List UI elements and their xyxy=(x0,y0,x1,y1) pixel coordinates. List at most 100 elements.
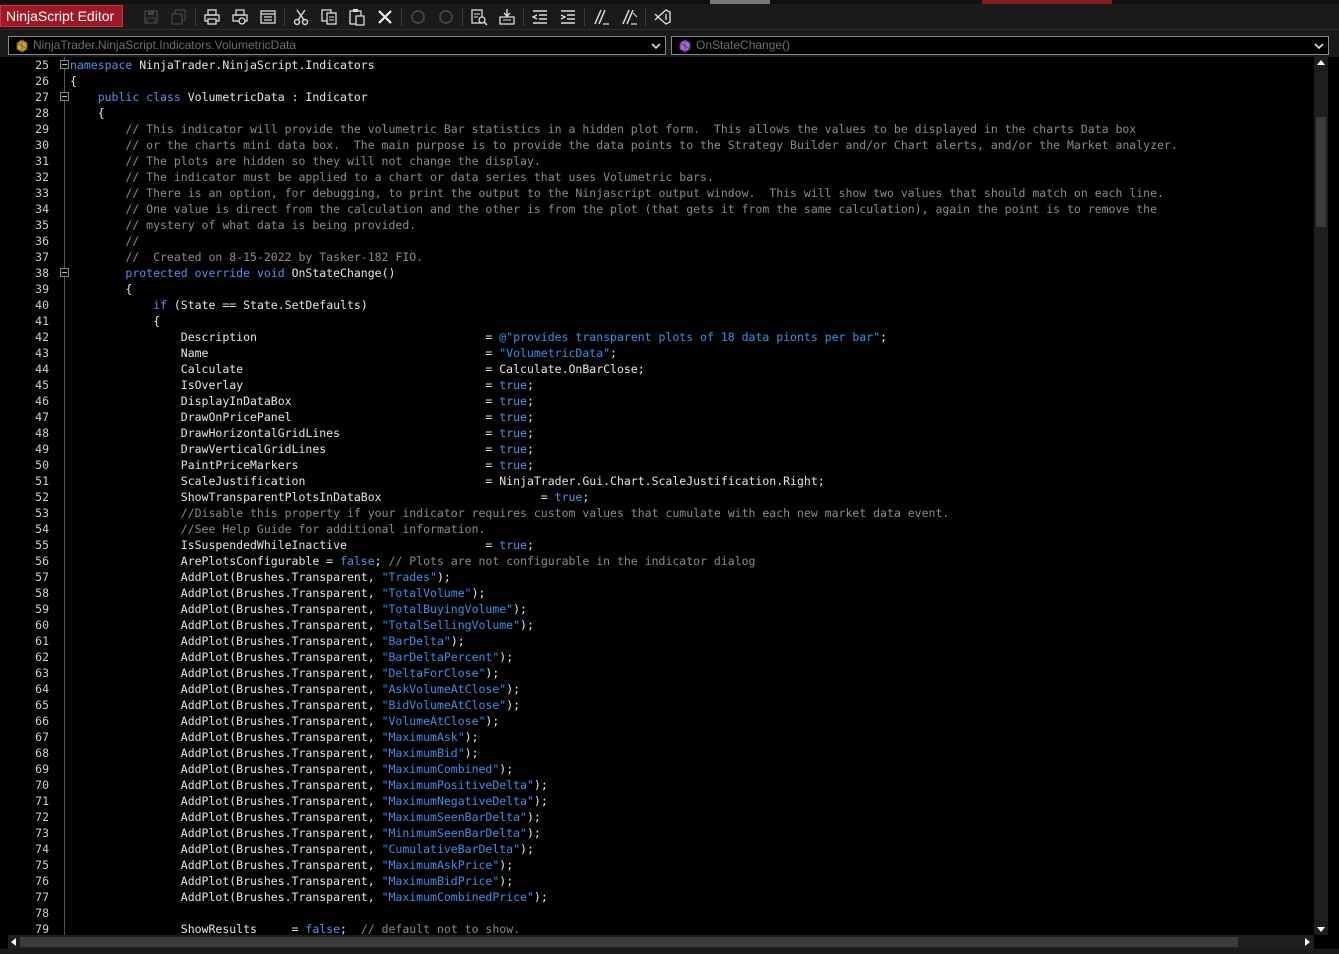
vertical-scrollbar[interactable] xyxy=(1314,57,1328,935)
code-line[interactable]: 29 // This indicator will provide the vo… xyxy=(8,121,1314,137)
code-line[interactable]: 34 // One value is direct from the calcu… xyxy=(8,201,1314,217)
class-selector-dropdown[interactable]: NinjaTrader.NinjaScript.Indicators.Volum… xyxy=(8,36,666,55)
code-line[interactable]: 78 xyxy=(8,905,1314,921)
code-line[interactable]: 77 AddPlot(Brushes.Transparent, "Maximum… xyxy=(8,889,1314,905)
code-line[interactable]: 60 AddPlot(Brushes.Transparent, "TotalSe… xyxy=(8,617,1314,633)
save-button[interactable] xyxy=(137,6,165,28)
code-line[interactable]: 73 AddPlot(Brushes.Transparent, "Minimum… xyxy=(8,825,1314,841)
collapse-icon[interactable] xyxy=(60,92,69,101)
code-line[interactable]: 27 public class VolumetricData : Indicat… xyxy=(8,89,1314,105)
code-line[interactable]: 31 // The plots are hidden so they will … xyxy=(8,153,1314,169)
comment-button[interactable] xyxy=(587,6,615,28)
scroll-right-arrow-icon[interactable] xyxy=(1305,938,1310,946)
code-line[interactable]: 67 AddPlot(Brushes.Transparent, "Maximum… xyxy=(8,729,1314,745)
find-button[interactable] xyxy=(465,6,493,28)
member-selector-dropdown[interactable]: OnStateChange() xyxy=(671,36,1329,55)
paste-button[interactable] xyxy=(343,6,371,28)
code-line[interactable]: 50 PaintPriceMarkers = true; xyxy=(8,457,1314,473)
code-line[interactable]: 59 AddPlot(Brushes.Transparent, "TotalBu… xyxy=(8,601,1314,617)
code-line[interactable]: 65 AddPlot(Brushes.Transparent, "BidVolu… xyxy=(8,697,1314,713)
code-line[interactable]: 74 AddPlot(Brushes.Transparent, "Cumulat… xyxy=(8,841,1314,857)
code-line[interactable]: 49 DrawVerticalGridLines = true; xyxy=(8,441,1314,457)
horizontal-scrollbar[interactable] xyxy=(8,935,1314,949)
code-line[interactable]: 47 DrawOnPricePanel = true; xyxy=(8,409,1314,425)
bottom-strip xyxy=(0,949,1339,954)
code-line[interactable]: 57 AddPlot(Brushes.Transparent, "Trades"… xyxy=(8,569,1314,585)
collapse-icon[interactable] xyxy=(60,268,69,277)
line-number: 32 xyxy=(35,170,49,184)
scroll-left-arrow-icon[interactable] xyxy=(11,938,16,946)
outdent-button[interactable] xyxy=(526,6,554,28)
code-line[interactable]: 61 AddPlot(Brushes.Transparent, "BarDelt… xyxy=(8,633,1314,649)
code-line[interactable]: 46 DisplayInDataBox = true; xyxy=(8,393,1314,409)
delete-icon xyxy=(378,9,392,24)
window-title-tab[interactable]: NinjaScript Editor xyxy=(0,5,123,27)
line-number: 69 xyxy=(35,762,49,776)
code-token: ; xyxy=(582,490,590,504)
code-line[interactable]: 51 ScaleJustification = NinjaTrader.Gui.… xyxy=(8,473,1314,489)
code-line[interactable]: 35 // mystery of what data is being prov… xyxy=(8,217,1314,233)
code-line[interactable]: 39 { xyxy=(8,281,1314,297)
code-line[interactable]: 75 AddPlot(Brushes.Transparent, "Maximum… xyxy=(8,857,1314,873)
code-line[interactable]: 33 // There is an option, for debugging,… xyxy=(8,185,1314,201)
horizontal-scroll-thumb[interactable] xyxy=(20,937,1238,947)
code-token: true xyxy=(499,458,527,472)
code-line[interactable]: 56 ArePlotsConfigurable = false; // Plot… xyxy=(8,553,1314,569)
code-line[interactable]: 79 ShowResults = false; // default not t… xyxy=(8,921,1314,935)
line-number: 66 xyxy=(35,714,49,728)
code-line[interactable]: 58 AddPlot(Brushes.Transparent, "TotalVo… xyxy=(8,585,1314,601)
delete-button[interactable] xyxy=(371,6,399,28)
code-line[interactable]: 25 namespace NinjaTrader.NinjaScript.Indi… xyxy=(8,57,1314,73)
properties-button[interactable] xyxy=(254,6,282,28)
scroll-up-arrow-icon[interactable] xyxy=(1317,60,1325,65)
code-token: ); xyxy=(506,682,521,696)
code-line[interactable]: 45 IsOverlay = true; xyxy=(8,377,1314,393)
save-all-button[interactable] xyxy=(165,6,193,28)
code-line[interactable]: 66 AddPlot(Brushes.Transparent, "VolumeA… xyxy=(8,713,1314,729)
code-line[interactable]: 32 // The indicator must be applied to a… xyxy=(8,169,1314,185)
code-line[interactable]: 53 //Disable this property if your indic… xyxy=(8,505,1314,521)
collapse-icon[interactable] xyxy=(60,60,69,69)
code-line[interactable]: 36 // xyxy=(8,233,1314,249)
indent-button[interactable] xyxy=(554,6,582,28)
code-token: ); xyxy=(485,666,500,680)
code-line[interactable]: 26 { xyxy=(8,73,1314,89)
code-editor[interactable]: 25 namespace NinjaTrader.NinjaScript.Indi… xyxy=(8,57,1314,935)
scroll-down-arrow-icon[interactable] xyxy=(1317,927,1325,932)
toolbar-separator xyxy=(584,7,585,26)
code-line[interactable]: 40 if (State == State.SetDefaults) xyxy=(8,297,1314,313)
code-line[interactable]: 48 DrawHorizontalGridLines = true; xyxy=(8,425,1314,441)
code-line[interactable]: 44 Calculate = Calculate.OnBarClose; xyxy=(8,361,1314,377)
code-line[interactable]: 62 AddPlot(Brushes.Transparent, "BarDelt… xyxy=(8,649,1314,665)
code-line[interactable]: 30 // or the charts mini data box. The m… xyxy=(8,137,1314,153)
code-line[interactable]: 64 AddPlot(Brushes.Transparent, "AskVolu… xyxy=(8,681,1314,697)
code-line[interactable]: 42 Description = @"provides transparent … xyxy=(8,329,1314,345)
code-line[interactable]: 54 //See Help Guide for additional infor… xyxy=(8,521,1314,537)
visual-studio-button[interactable] xyxy=(648,6,676,28)
code-line[interactable]: 63 AddPlot(Brushes.Transparent, "DeltaFo… xyxy=(8,665,1314,681)
code-line[interactable]: 41 { xyxy=(8,313,1314,329)
code-line[interactable]: 72 AddPlot(Brushes.Transparent, "Maximum… xyxy=(8,809,1314,825)
code-line[interactable]: 69 AddPlot(Brushes.Transparent, "Maximum… xyxy=(8,761,1314,777)
code-line[interactable]: 76 AddPlot(Brushes.Transparent, "Maximum… xyxy=(8,873,1314,889)
redo-button[interactable] xyxy=(432,6,460,28)
vertical-scroll-thumb[interactable] xyxy=(1316,117,1326,227)
print-button[interactable] xyxy=(198,6,226,28)
uncomment-button[interactable] xyxy=(615,6,643,28)
line-number: 42 xyxy=(35,330,49,344)
insert-snippet-button[interactable] xyxy=(493,6,521,28)
code-line[interactable]: 55 IsSuspendedWhileInactive = true; xyxy=(8,537,1314,553)
cut-button[interactable] xyxy=(287,6,315,28)
code-line[interactable]: 37 // Created on 8-15-2022 by Tasker-182… xyxy=(8,249,1314,265)
code-line[interactable]: 70 AddPlot(Brushes.Transparent, "Maximum… xyxy=(8,777,1314,793)
code-line[interactable]: 28 { xyxy=(8,105,1314,121)
code-line[interactable]: 52 ShowTransparentPlotsInDataBox = true; xyxy=(8,489,1314,505)
code-line[interactable]: 71 AddPlot(Brushes.Transparent, "Maximum… xyxy=(8,793,1314,809)
print-preview-button[interactable] xyxy=(226,6,254,28)
code-line[interactable]: 43 Name = "VolumetricData"; xyxy=(8,345,1314,361)
code-line[interactable]: 68 AddPlot(Brushes.Transparent, "Maximum… xyxy=(8,745,1314,761)
undo-button[interactable] xyxy=(404,6,432,28)
copy-button[interactable] xyxy=(315,6,343,28)
code-token: ); xyxy=(485,714,500,728)
code-line[interactable]: 38 protected override void OnStateChange… xyxy=(8,265,1314,281)
